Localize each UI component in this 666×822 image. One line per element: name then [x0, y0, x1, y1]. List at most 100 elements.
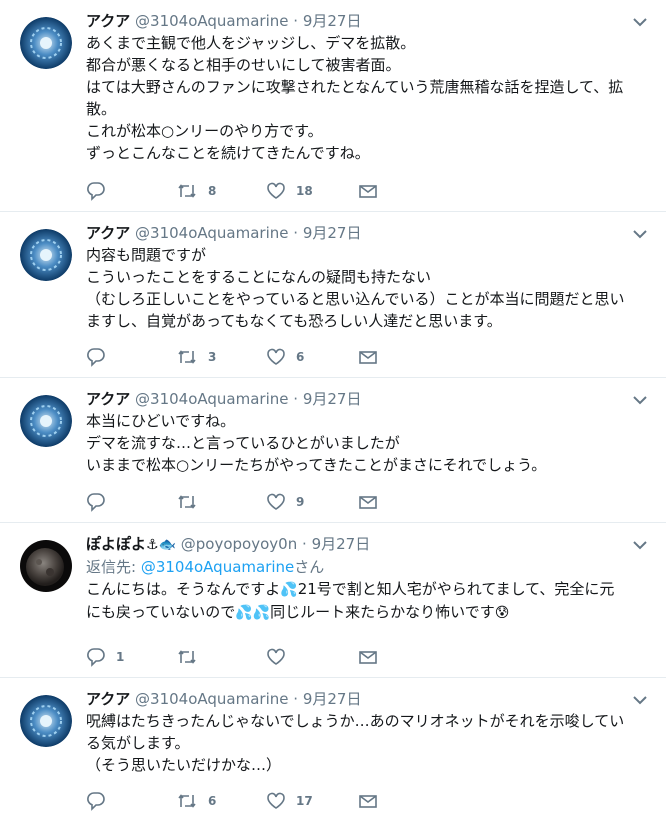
- tweet-date[interactable]: 9月27日: [303, 390, 362, 408]
- text-segment: 同じルート来たらかなり怖いです: [270, 603, 495, 621]
- dm-button[interactable]: [358, 181, 378, 201]
- tweet-actions: 8 18: [86, 181, 386, 201]
- tweet-header: アクア @3104oAquamarine · 9月27日: [86, 10, 652, 32]
- tweet-header: アクア @3104oAquamarine · 9月27日: [86, 688, 652, 710]
- retweet-count: 6: [208, 794, 217, 808]
- display-name[interactable]: アクア: [86, 12, 130, 30]
- dm-button[interactable]: [358, 647, 378, 667]
- heart-icon: [267, 493, 285, 510]
- like-button[interactable]: 17: [266, 791, 313, 811]
- user-handle[interactable]: @3104oAquamarine: [135, 390, 288, 408]
- display-name[interactable]: アクア: [86, 390, 130, 408]
- tweet-date[interactable]: 9月27日: [303, 12, 362, 30]
- envelope-icon: [359, 351, 377, 364]
- user-handle[interactable]: @poyopoyoy0n: [181, 535, 297, 553]
- chevron-down-icon[interactable]: [630, 690, 650, 710]
- text-line: にも戻っていないので💦💦同じルート来たらかなり怖いです😰: [86, 601, 652, 624]
- reply-icon: [87, 182, 105, 201]
- text-line: 呪縛はたちきったんじゃないでしょうか…あのマリオネットがそれを示唆してい: [86, 712, 625, 730]
- timeline: アクア @3104oAquamarine · 9月27日 あくまで主観で他人をジ…: [0, 0, 666, 822]
- tweet-text: 呪縛はたちきったんじゃないでしょうか…あのマリオネットがそれを示唆してい る気が…: [86, 710, 652, 776]
- name-emoji: ⚓🐟: [146, 537, 176, 553]
- text-line: こういったことをすることになんの疑問も持たない: [86, 268, 432, 286]
- text-line: ずっとこんなことを続けてきたんですね。: [86, 144, 370, 162]
- reply-icon: [87, 792, 105, 811]
- separator: ·: [293, 390, 299, 408]
- like-count: 17: [296, 794, 313, 808]
- reply-context: 返信先: @3104oAquamarineさん: [86, 556, 652, 578]
- user-handle[interactable]: @3104oAquamarine: [135, 12, 288, 30]
- tweet-text: 本当にひどいですね。 デマを流すな…と言っているひとがいましたが いままで松本○…: [86, 410, 652, 476]
- tweet-header: アクア @3104oAquamarine · 9月27日: [86, 222, 652, 244]
- retweet-button[interactable]: 8: [176, 181, 216, 201]
- reply-button[interactable]: [86, 492, 116, 512]
- tweet-actions: 3 6: [86, 347, 386, 367]
- like-button[interactable]: 6: [266, 347, 304, 367]
- text-line: 散。: [86, 100, 117, 118]
- text-segment: 21号で割と知人宅がやられてまして、完全に元: [297, 580, 615, 598]
- user-handle[interactable]: @3104oAquamarine: [135, 224, 288, 242]
- like-count: 9: [296, 495, 305, 509]
- avatar[interactable]: [20, 395, 72, 447]
- avatar[interactable]: [20, 695, 72, 747]
- tweet-actions: 9: [86, 492, 386, 512]
- text-segment: こんにちは。そうなんですよ: [86, 580, 281, 598]
- sweat-emoji: 💦: [280, 582, 298, 598]
- reply-button[interactable]: [86, 347, 116, 367]
- avatar[interactable]: [20, 229, 72, 281]
- text-line: （そう思いたいだけかな…）: [86, 756, 282, 774]
- separator: ·: [302, 535, 307, 553]
- heart-icon: [267, 348, 285, 365]
- display-name[interactable]: ぽよぽよ: [86, 535, 146, 553]
- reply-prefix: 返信先:: [86, 558, 141, 576]
- reply-icon: [87, 348, 105, 367]
- separator: ·: [293, 224, 299, 242]
- chevron-down-icon[interactable]: [630, 12, 650, 32]
- reply-button[interactable]: [86, 181, 116, 201]
- sweat-emoji: 💦💦: [235, 605, 271, 621]
- chevron-down-icon[interactable]: [630, 535, 650, 555]
- avatar[interactable]: [20, 17, 72, 69]
- display-name[interactable]: アクア: [86, 224, 130, 242]
- dm-button[interactable]: [358, 791, 378, 811]
- text-line: こんにちは。そうなんですよ💦21号で割と知人宅がやられてまして、完全に元: [86, 578, 652, 601]
- retweet-icon: [178, 184, 196, 198]
- envelope-icon: [359, 651, 377, 664]
- reply-icon: [87, 648, 105, 667]
- envelope-icon: [359, 795, 377, 808]
- anxious-face-emoji: 😰: [494, 605, 510, 621]
- reply-to-link[interactable]: @3104oAquamarine: [141, 558, 294, 576]
- text-line: あくまで主観で他人をジャッジし、デマを拡散。: [86, 34, 416, 52]
- heart-icon: [267, 792, 285, 809]
- tweet-text: あくまで主観で他人をジャッジし、デマを拡散。 都合が悪くなると相手のせいにして被…: [86, 32, 652, 164]
- chevron-down-icon[interactable]: [630, 390, 650, 410]
- retweet-count: 8: [208, 184, 217, 198]
- user-handle[interactable]: @3104oAquamarine: [135, 690, 288, 708]
- retweet-icon: [178, 350, 196, 364]
- like-button[interactable]: 18: [266, 181, 313, 201]
- like-button[interactable]: 9: [266, 492, 304, 512]
- tweet-date[interactable]: 9月27日: [303, 690, 362, 708]
- retweet-button[interactable]: 3: [176, 347, 216, 367]
- avatar[interactable]: [20, 540, 72, 592]
- display-name[interactable]: アクア: [86, 690, 130, 708]
- retweet-button[interactable]: [176, 492, 208, 512]
- reply-suffix: さん: [294, 558, 325, 576]
- reply-button[interactable]: [86, 791, 116, 811]
- text-line: デマを流すな…と言っているひとがいましたが: [86, 434, 400, 452]
- reply-count: 1: [116, 650, 125, 664]
- like-button[interactable]: [266, 647, 296, 667]
- like-count: 6: [296, 350, 305, 364]
- retweet-button[interactable]: 6: [176, 791, 216, 811]
- tweet-date[interactable]: 9月27日: [303, 224, 362, 242]
- tweet-date[interactable]: 9月27日: [312, 535, 371, 553]
- text-line: 本当にひどいですね。: [86, 412, 236, 430]
- tweet-actions: 6 17: [86, 791, 386, 811]
- reply-button[interactable]: 1: [86, 647, 124, 667]
- retweet-button[interactable]: [176, 647, 208, 667]
- dm-button[interactable]: [358, 347, 378, 367]
- chevron-down-icon[interactable]: [630, 224, 650, 244]
- like-count: 18: [296, 184, 313, 198]
- dm-button[interactable]: [358, 492, 378, 512]
- text-line: ますし、自覚があってもなくても恐ろしい人達だと思います。: [86, 312, 502, 330]
